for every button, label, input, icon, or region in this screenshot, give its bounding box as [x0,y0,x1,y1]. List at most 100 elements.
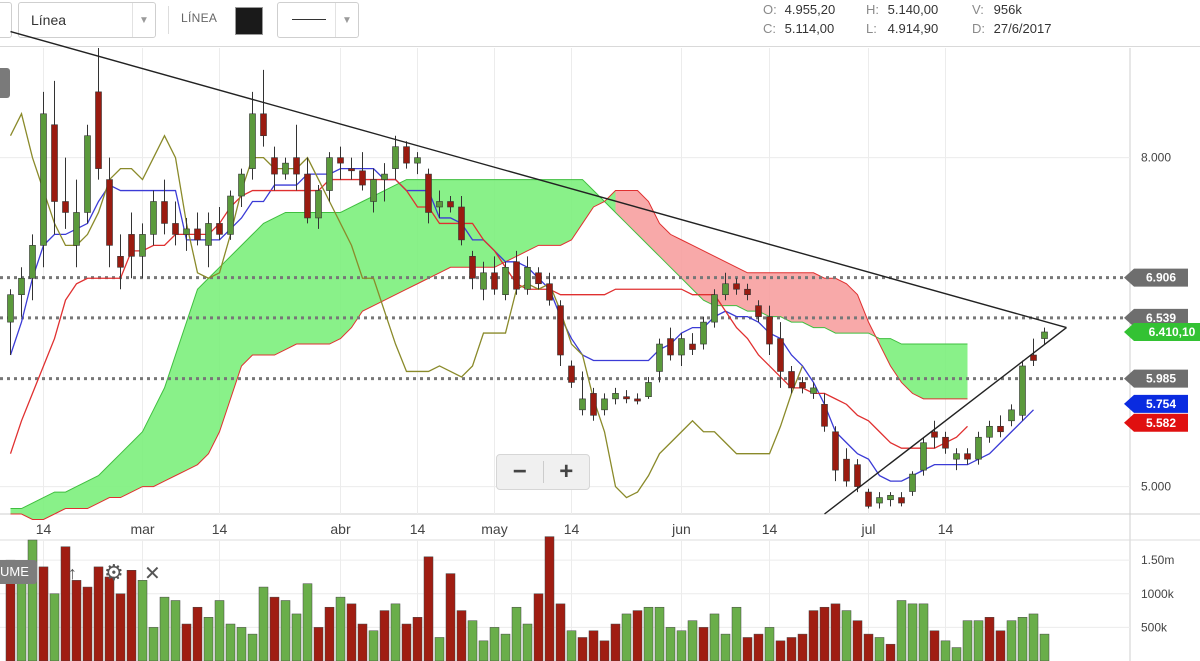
volume-bar [764,627,775,661]
volume-panel-label[interactable]: UME [0,560,37,584]
candle-body [403,146,410,164]
volume-bar [610,623,621,661]
candle-body [755,305,762,317]
level-badge: 6.906 [1124,268,1188,287]
candle-body [227,195,234,235]
volume-bar [566,630,577,661]
volume-bar [621,613,632,661]
volume-bar [258,586,269,661]
x-tick-label: mar [130,521,154,537]
candle-body [964,453,971,460]
volume-bar [82,586,93,661]
volume-bar [929,630,940,661]
candle-body [854,464,861,487]
candle-body [359,170,366,186]
volume-bar [786,637,797,661]
candle-body [95,91,102,169]
price-chart[interactable]: 14 mar 14 abr 14 may 14 jun 14 jul 14 8.000 5.000 1.5… [0,0,1200,661]
candle-body [887,495,894,501]
volume-bar [830,603,841,661]
volume-bar [104,576,115,661]
volume-bar [291,613,302,661]
volume-bar [599,640,610,661]
candle-body [205,223,212,246]
candle-body [865,491,872,507]
zoom-out-button[interactable]: − [497,455,543,489]
volume-bar [115,593,126,661]
zoom-in-button[interactable]: + [544,455,590,489]
gear-icon[interactable]: ⚙ [104,560,124,586]
candle-body [315,190,322,219]
candle-body [117,256,124,268]
candle-body [876,497,883,504]
candle-body [128,234,135,257]
volume-bar [874,637,885,661]
candle-body [194,228,201,241]
x-tick-label: 14 [938,521,954,537]
candle-body [942,436,949,449]
candle-body [799,382,806,389]
volume-bar [555,603,566,661]
volume-bar [71,580,82,661]
candle-body [238,173,245,197]
volume-bar [940,640,951,661]
volume-bar [962,620,973,661]
candle-body [898,497,905,504]
candle-body [348,168,355,172]
volume-bar [995,630,1006,661]
candle-body [491,272,498,290]
level-badge-label: 6.410,10 [1149,325,1196,339]
x-tick-label: jun [671,521,691,537]
volume-bar [588,630,599,661]
left-panel-handle[interactable] [0,68,10,98]
candle-body [601,398,608,411]
level-badge-label: 6.539 [1146,311,1176,325]
candle-body [447,201,454,208]
volume-bar [544,536,555,661]
arrow-up-icon[interactable]: ↑ [68,560,77,586]
candle-body [579,398,586,411]
volume-bar [654,606,665,661]
candle-body [216,223,223,235]
candle-body [392,146,399,169]
volume-bar [533,593,544,661]
volume-bar [522,623,533,661]
volume-bar [863,633,874,661]
candle-body [480,272,487,290]
close-icon[interactable]: ✕ [144,560,161,586]
volume-bar [137,580,148,661]
candle-body [777,338,784,372]
candle-body [293,157,300,175]
candle-body [546,283,553,301]
volume-bar [49,593,60,661]
volume-bar [1006,620,1017,661]
volume-bar [797,633,808,661]
volume-bar [192,606,203,661]
candle-body [656,343,663,372]
x-tick-label: abr [330,521,351,537]
candle-body [843,458,850,482]
candle-body [667,338,674,356]
volume-bar [236,627,247,661]
candle-body [821,404,828,427]
candle-body [271,157,278,175]
volume-bar [753,633,764,661]
candle-body [161,201,168,224]
candle-body [568,365,575,383]
candle-body [51,124,58,202]
volume-bar [1017,617,1028,661]
candle-body [711,294,718,323]
candle-body [634,398,641,402]
level-badge-label: 5.754 [1146,397,1176,411]
price-tick-label: 8.000 [1141,151,1171,165]
candle-body [304,173,311,219]
volume-bar [159,596,170,661]
level-badge: 5.985 [1124,369,1188,388]
volume-bar [709,613,720,661]
volume-bar [170,600,181,661]
candle-body [249,113,256,169]
volume-bar [687,620,698,661]
x-tick-label: jul [860,521,875,537]
volume-bar [973,620,984,661]
candle-body [436,201,443,208]
